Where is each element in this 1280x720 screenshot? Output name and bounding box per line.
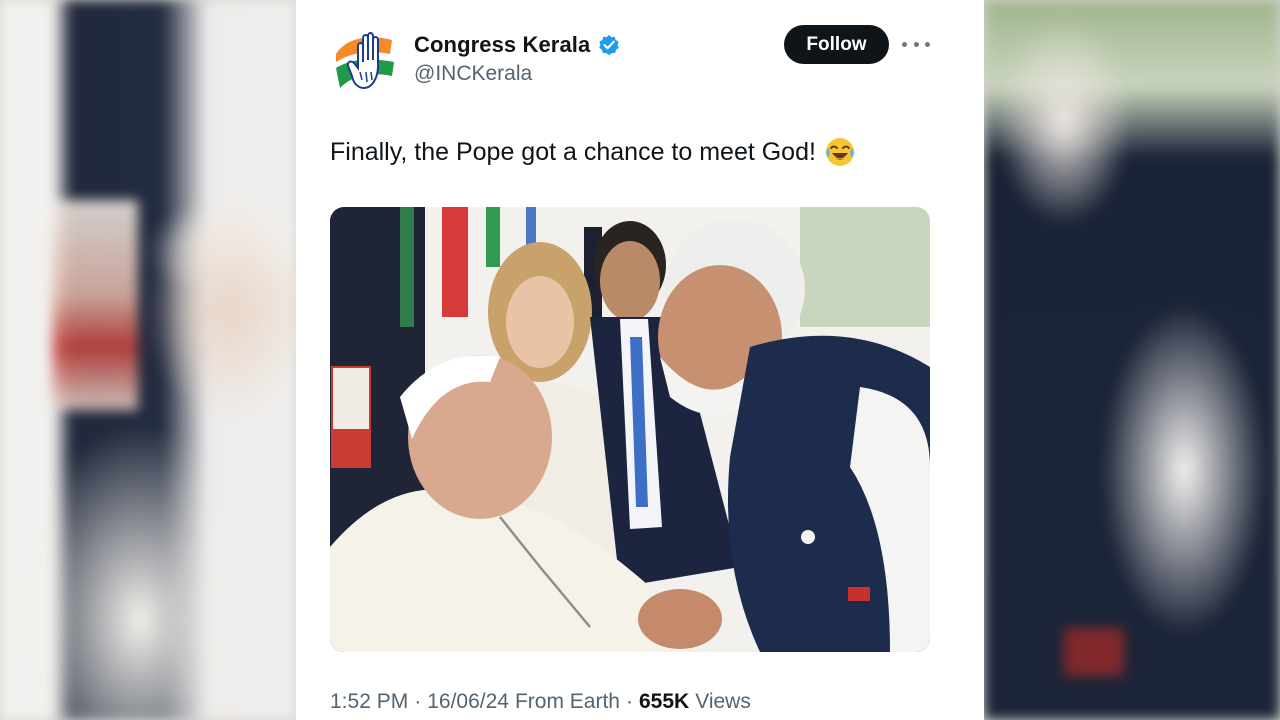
congress-hand-logo-icon: [336, 32, 394, 90]
tweet-source: From Earth: [514, 690, 620, 713]
meta-separator: ·: [414, 690, 422, 713]
more-options-icon[interactable]: [902, 36, 930, 52]
blurred-badge: [52, 200, 138, 410]
blurred-background-left: [0, 0, 296, 720]
tweet-meta-row: 1:52 PM · 16/06/24 From Earth · 655K Vie…: [330, 690, 751, 714]
blurred-background-right: [984, 0, 1280, 720]
avatar[interactable]: [330, 28, 400, 92]
tweet-date[interactable]: 16/06/24: [427, 690, 509, 714]
author-name-row[interactable]: Congress Kerala: [414, 32, 620, 58]
tweet-time[interactable]: 1:52 PM: [330, 690, 408, 714]
face-with-tears-of-joy-emoji-icon: [824, 136, 856, 168]
screenshot-stage: Congress Kerala @INCKerala Follow Finall…: [0, 0, 1280, 720]
follow-button[interactable]: Follow: [784, 25, 889, 64]
display-name[interactable]: Congress Kerala: [414, 32, 590, 58]
author-handle[interactable]: @INCKerala: [414, 62, 532, 86]
tweet-text: Finally, the Pope got a chance to meet G…: [330, 137, 816, 166]
blurred-mark: [1064, 628, 1124, 676]
more-dot: [925, 41, 930, 47]
more-dot: [913, 41, 919, 47]
verified-badge-icon: [598, 34, 620, 56]
tweet-text-row: Finally, the Pope got a chance to meet G…: [330, 136, 856, 168]
views-count[interactable]: 655K: [639, 690, 689, 714]
more-dot: [902, 41, 907, 47]
views-label: Views: [695, 690, 751, 713]
photo-pope-greeting-world-leaders: [330, 207, 930, 652]
tweet-photo[interactable]: [330, 207, 930, 652]
meta-separator: ·: [626, 690, 633, 713]
